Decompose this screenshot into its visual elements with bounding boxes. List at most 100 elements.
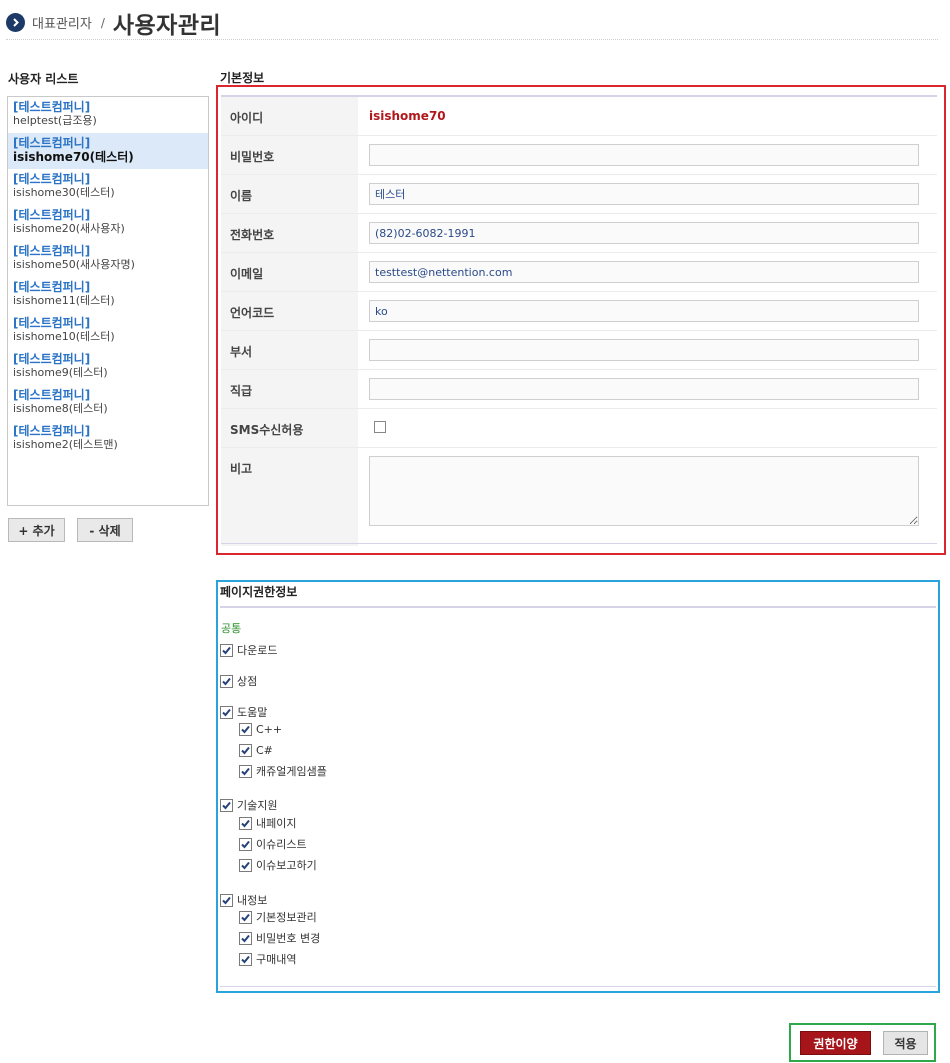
list-item[interactable]: [테스트컴퍼니] isishome50(새사용자명) [8, 241, 208, 277]
permission-highlight [216, 580, 940, 993]
checkbox-checked-icon[interactable] [239, 722, 252, 736]
list-item[interactable]: [테스트컴퍼니] isishome30(테스터) [8, 169, 208, 205]
transfer-permission-button[interactable]: 권한이양 [800, 1031, 871, 1055]
divider [220, 606, 936, 608]
checkbox-checked-icon[interactable] [239, 743, 252, 757]
breadcrumb-separator: / [100, 15, 105, 30]
perm-label: 캐쥬얼게임샘플 [256, 765, 327, 778]
perm-myinfo-basic[interactable]: 기본정보관리 [239, 909, 317, 925]
perm-label: C++ [256, 722, 283, 736]
user-name: isishome2(테스트맨) [13, 438, 118, 451]
perm-support-issuelist[interactable]: 이슈리스트 [239, 836, 307, 852]
divider [220, 986, 936, 987]
department-label: 부서 [221, 331, 358, 369]
list-item[interactable]: [테스트컴퍼니] isishome11(테스터) [8, 277, 208, 313]
user-name: isishome9(테스터) [13, 366, 108, 379]
user-company: [테스트컴퍼니] [13, 172, 91, 186]
perm-help-cpp[interactable]: C++ [239, 721, 282, 737]
sms-label: SMS수신허용 [221, 409, 358, 447]
checkbox-checked-icon[interactable] [239, 952, 252, 966]
delete-user-button[interactable]: - 삭제 [77, 518, 133, 542]
perm-myinfo-purchase[interactable]: 구매내역 [239, 951, 296, 967]
perm-myinfo[interactable]: 내정보 [220, 892, 267, 908]
language-label: 언어코드 [221, 292, 358, 330]
add-user-button[interactable]: + 추가 [8, 518, 65, 542]
checkbox-checked-icon[interactable] [239, 931, 252, 945]
checkbox-checked-icon[interactable] [220, 705, 233, 719]
checkbox-checked-icon[interactable] [239, 837, 252, 851]
permission-heading: 페이지권한정보 [220, 585, 298, 599]
checkbox-checked-icon[interactable] [239, 910, 252, 924]
perm-label: 다운로드 [237, 644, 278, 657]
breadcrumb[interactable]: 대표관리자 [32, 13, 92, 32]
perm-label: C# [256, 743, 273, 757]
user-name: helptest(급조용) [13, 114, 97, 127]
user-company: [테스트컴퍼니] [13, 424, 91, 438]
checkbox-checked-icon[interactable] [220, 643, 233, 657]
user-list-heading: 사용자 리스트 [8, 72, 79, 86]
user-company: [테스트컴퍼니] [13, 244, 91, 258]
user-company: [테스트컴퍼니] [13, 136, 91, 150]
list-item-selected[interactable]: [테스트컴퍼니] isishome70(테스터) [8, 133, 208, 169]
divider [221, 543, 937, 544]
position-label: 직급 [221, 370, 358, 408]
user-company: [테스트컴퍼니] [13, 208, 91, 222]
perm-label: 기본정보관리 [256, 911, 317, 924]
name-label: 이름 [221, 175, 358, 213]
perm-label: 비밀번호 변경 [256, 932, 321, 945]
user-company: [테스트컴퍼니] [13, 100, 91, 114]
perm-store[interactable]: 상점 [220, 673, 257, 689]
permission-group-common: 공통 [221, 622, 242, 635]
perm-myinfo-password[interactable]: 비밀번호 변경 [239, 930, 320, 946]
perm-support[interactable]: 기술지원 [220, 797, 277, 813]
perm-help-casual[interactable]: 캐쥬얼게임샘플 [239, 763, 327, 779]
email-field[interactable] [369, 261, 919, 283]
row-phone: 전화번호 [221, 214, 937, 253]
checkbox-checked-icon[interactable] [220, 674, 233, 688]
position-field[interactable] [369, 378, 919, 400]
user-name: isishome70(테스터) [13, 150, 134, 164]
row-id: 아이디 isishome70 [221, 97, 937, 136]
phone-field[interactable] [369, 222, 919, 244]
user-company: [테스트컴퍼니] [13, 316, 91, 330]
checkbox-checked-icon[interactable] [239, 816, 252, 830]
basic-info-heading: 기본정보 [220, 71, 265, 85]
password-field[interactable] [369, 144, 919, 166]
checkbox-checked-icon[interactable] [220, 798, 233, 812]
list-item[interactable]: [테스트컴퍼니] isishome20(새사용자) [8, 205, 208, 241]
user-company: [테스트컴퍼니] [13, 352, 91, 366]
list-item[interactable]: [테스트컴퍼니] isishome9(테스터) [8, 349, 208, 385]
apply-button[interactable]: 적용 [883, 1031, 928, 1055]
list-item[interactable]: [테스트컴퍼니] isishome2(테스트맨) [8, 421, 208, 457]
list-item[interactable]: [테스트컴퍼니] isishome8(테스터) [8, 385, 208, 421]
list-item[interactable]: [테스트컴퍼니] isishome10(테스터) [8, 313, 208, 349]
user-list[interactable]: [테스트컴퍼니] helptest(급조용) [테스트컴퍼니] isishome… [7, 96, 209, 506]
perm-label: 상점 [237, 675, 258, 688]
perm-support-mypage[interactable]: 내페이지 [239, 815, 296, 831]
checkbox-checked-icon[interactable] [239, 764, 252, 778]
row-position: 직급 [221, 370, 937, 409]
page-title: 사용자관리 [112, 12, 222, 39]
page-header: 대표관리자 / 사용자관리 [6, 6, 938, 40]
user-company: [테스트컴퍼니] [13, 388, 91, 402]
perm-label: 이슈보고하기 [256, 859, 317, 872]
row-name: 이름 [221, 175, 937, 214]
name-field[interactable] [369, 183, 919, 205]
perm-label: 기술지원 [237, 799, 278, 812]
checkbox-checked-icon[interactable] [220, 893, 233, 907]
perm-support-report[interactable]: 이슈보고하기 [239, 857, 317, 873]
password-label: 비밀번호 [221, 136, 358, 174]
basic-info-form: 아이디 isishome70 비밀번호 이름 전화번호 이메일 언어코드 부서 … [221, 95, 937, 546]
list-item[interactable]: [테스트컴퍼니] helptest(급조용) [8, 97, 208, 133]
department-field[interactable] [369, 339, 919, 361]
perm-help[interactable]: 도움말 [220, 704, 267, 720]
sms-checkbox[interactable] [374, 421, 386, 433]
memo-textarea[interactable] [369, 456, 919, 526]
language-code-field[interactable] [369, 300, 919, 322]
perm-help-csharp[interactable]: C# [239, 742, 273, 758]
checkbox-checked-icon[interactable] [239, 858, 252, 872]
user-name: isishome11(테스터) [13, 294, 115, 307]
perm-download[interactable]: 다운로드 [220, 642, 277, 658]
perm-label: 내정보 [237, 894, 268, 907]
memo-label: 비고 [221, 448, 358, 546]
